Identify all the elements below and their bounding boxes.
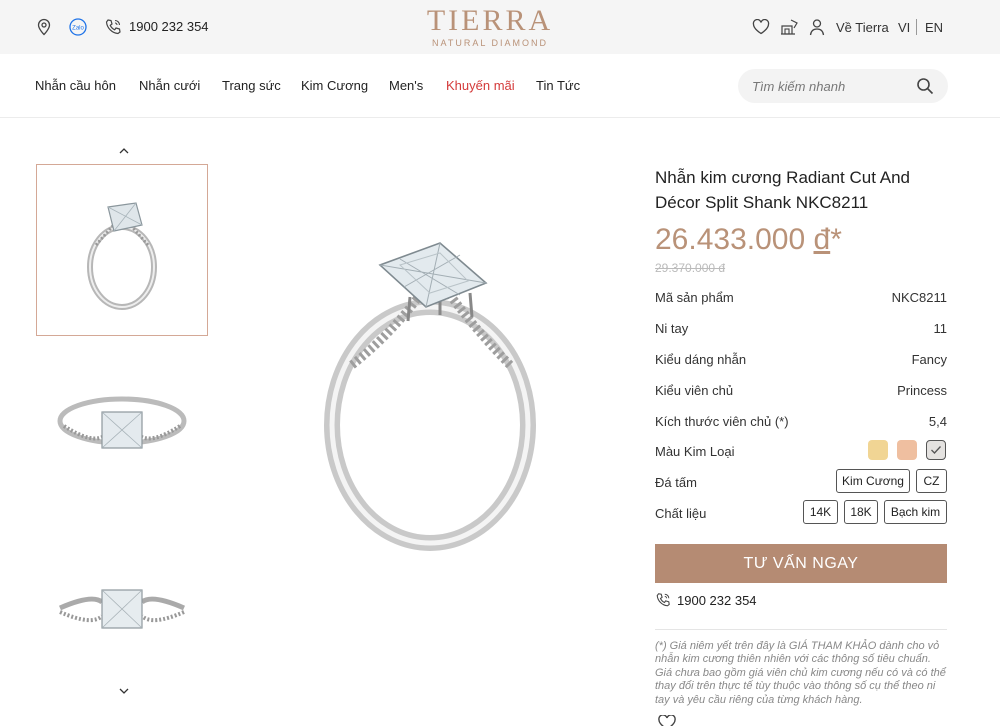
spec-value: Fancy [911, 352, 947, 367]
nav-item-news[interactable]: Tin Tức [536, 78, 580, 93]
nav-item-engagement[interactable]: Nhẫn cầu hôn [35, 78, 116, 93]
zalo-icon[interactable]: Zalo [68, 17, 88, 37]
metal-swatch-white[interactable] [926, 440, 946, 460]
ring-main-image [324, 242, 536, 551]
heart-icon[interactable] [751, 17, 771, 37]
consult-button[interactable]: TƯ VẤN NGAY [655, 544, 947, 583]
spec-value: NKC8211 [891, 290, 947, 305]
spec-key: Kiểu dáng nhẫn [655, 352, 747, 367]
spec-value: Princess [897, 383, 947, 398]
gallery-up-arrow[interactable] [116, 144, 132, 156]
user-icon[interactable] [807, 17, 827, 37]
hotline[interactable]: 1900 232 354 [655, 592, 757, 611]
location-icon[interactable] [34, 17, 54, 37]
logo-brand: TIERRA [426, 4, 554, 37]
nav-item-promotion[interactable]: Khuyến mãi [446, 78, 515, 93]
lang-vi[interactable]: VI [898, 20, 910, 35]
price-currency: đ [813, 223, 831, 256]
spec-key: Kích thước viên chủ (*) [655, 414, 789, 429]
spec-key: Đá tấm [655, 475, 697, 490]
product-title-line: Nhẫn kim cương Radiant Cut And [655, 168, 910, 187]
nav-item-wedding[interactable]: Nhẫn cưới [139, 78, 200, 93]
price-value: 26.433.000 [655, 223, 806, 256]
logo-tagline: NATURAL DIAMOND [431, 38, 548, 48]
lang-divider [916, 19, 917, 35]
search-icon[interactable] [916, 77, 934, 100]
nav-item-diamond[interactable]: Kim Cương [301, 78, 368, 93]
spec-key: Màu Kim Loại [655, 444, 735, 459]
lang-en[interactable]: EN [925, 20, 943, 35]
check-icon [931, 446, 941, 454]
nav-item-jewelry[interactable]: Trang sức [222, 78, 281, 93]
spec-value: 5,4 [928, 414, 947, 429]
metal-swatch-rose[interactable] [897, 440, 917, 460]
gallery-down-arrow[interactable] [116, 684, 132, 696]
phone-icon[interactable] [103, 17, 123, 37]
material-option[interactable]: 18K [844, 500, 878, 524]
spec-key: Ni tay [655, 321, 689, 336]
search-input[interactable]: Tìm kiếm nhanh [738, 69, 948, 103]
old-price: 29.370.000 đ [655, 261, 726, 275]
product-info-panel: Nhẫn kim cương Radiant Cut And Décor Spl… [655, 165, 947, 726]
search-placeholder: Tìm kiếm nhanh [752, 79, 846, 94]
top-bar: Zalo 1900 232 354 TIERRA NATURAL DIAMOND… [0, 0, 1000, 54]
price-disclaimer: (*) Giá niêm yết trên đây là GIÁ THAM KH… [655, 640, 946, 706]
material-option[interactable]: Bạch kim [884, 500, 947, 524]
material-option[interactable]: 14K [803, 500, 838, 524]
stone-option[interactable]: Kim Cương [836, 469, 910, 493]
gallery-thumb[interactable] [36, 340, 208, 512]
nav-item-mens[interactable]: Men's [389, 78, 423, 93]
spec-key: Chất liệu [655, 506, 707, 521]
hotline-number: 1900 232 354 [677, 593, 757, 608]
zalo-label: Zalo [72, 26, 84, 32]
phone-icon [656, 593, 670, 607]
main-nav: Nhẫn cầu hôn Nhẫn cưới Trang sức Kim Cươ… [0, 54, 1000, 118]
price-mark: * [830, 223, 842, 256]
store-icon[interactable] [779, 17, 799, 37]
product-title: Nhẫn kim cương Radiant Cut And Décor Spl… [655, 165, 947, 215]
gallery-thumb[interactable] [36, 522, 208, 694]
spec-value: 11 [933, 321, 948, 336]
product-price: 26.433.000 đ* [655, 223, 947, 257]
wishlist-heart-icon[interactable] [657, 714, 677, 726]
ring-thumb-perspective [87, 202, 157, 310]
product-title-line: Décor Split Shank NKC8211 [655, 193, 869, 212]
metal-swatch-yellow[interactable] [868, 440, 888, 460]
divider [655, 629, 947, 630]
stone-option[interactable]: CZ [916, 469, 947, 493]
gallery-thumb[interactable] [36, 164, 208, 336]
ring-thumb-front [57, 396, 187, 449]
spec-key: Kiểu viên chủ [655, 383, 734, 398]
topbar-phone[interactable]: 1900 232 354 [129, 19, 209, 34]
product-main-image[interactable] [300, 225, 560, 585]
logo[interactable]: TIERRA NATURAL DIAMOND [410, 4, 570, 49]
about-link[interactable]: Về Tierra [836, 20, 889, 35]
spec-key: Mã sản phẩm [655, 290, 734, 305]
ring-thumb-top [58, 589, 186, 629]
